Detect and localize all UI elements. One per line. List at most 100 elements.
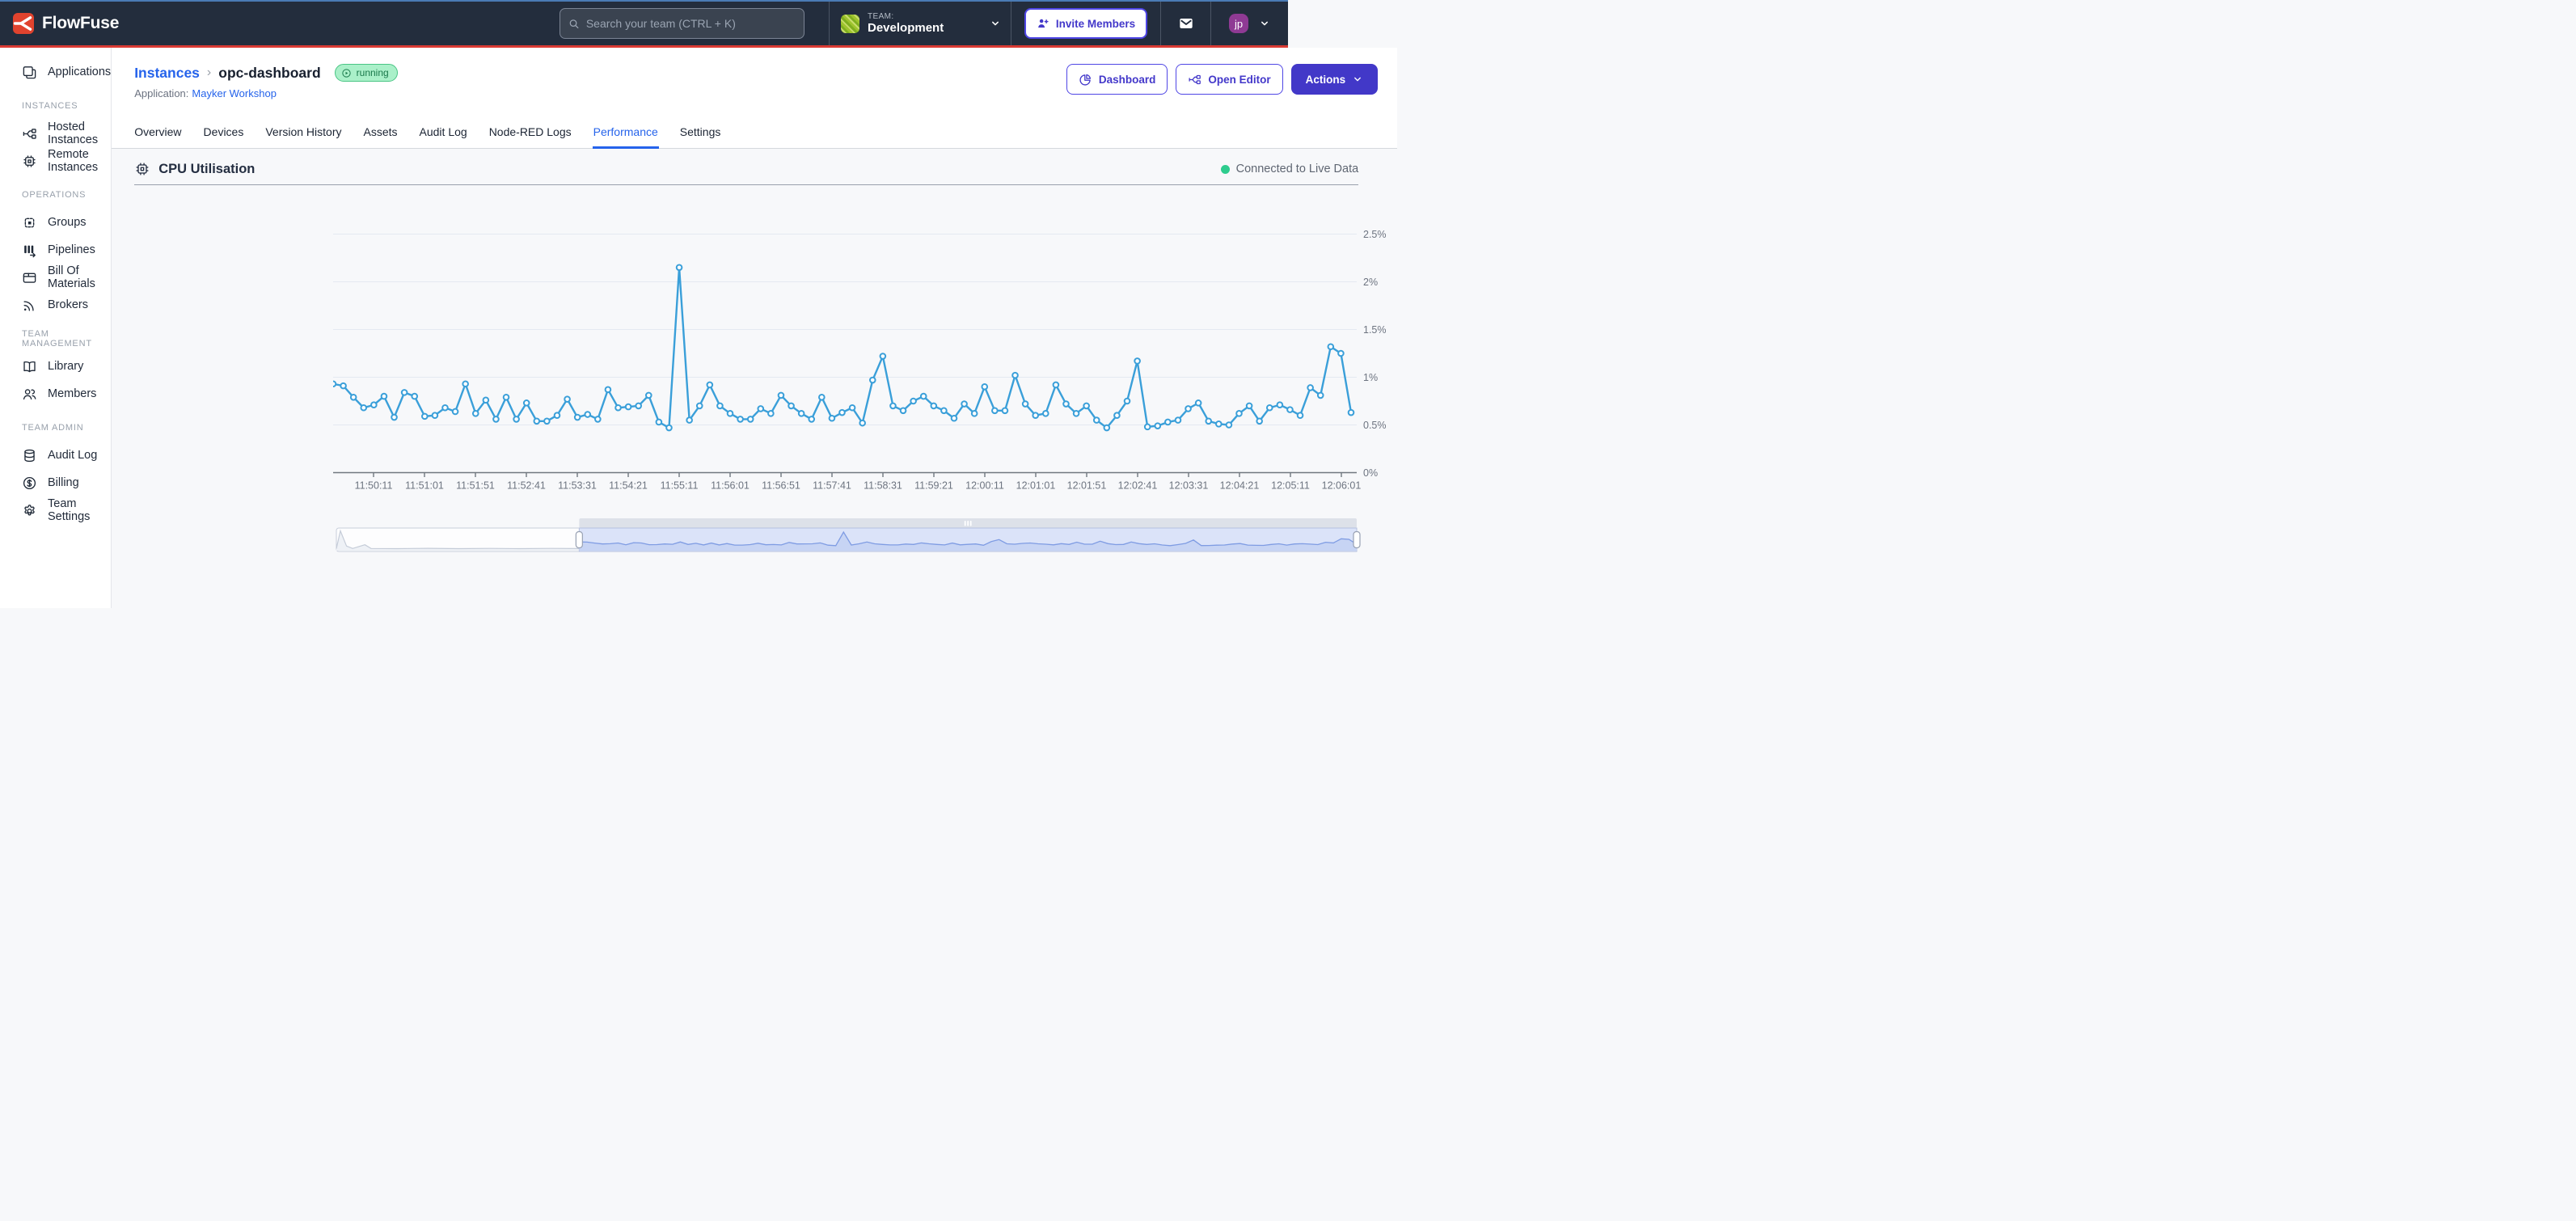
team-search[interactable]	[560, 8, 804, 39]
pie-chart-icon	[1079, 73, 1092, 87]
data-point-marker	[931, 403, 937, 409]
data-point-marker	[351, 395, 357, 400]
sidebar-item-applications[interactable]: Applications	[0, 58, 111, 86]
actions-button[interactable]: Actions	[1291, 64, 1379, 95]
open-editor-button-label: Open Editor	[1208, 74, 1270, 86]
x-axis-label: 12:05:11	[1271, 480, 1310, 492]
breadcrumb: Instances › opc-dashboard running	[134, 64, 398, 82]
flowfuse-logo[interactable]: FlowFuse	[13, 13, 119, 34]
data-point-marker	[901, 408, 906, 414]
data-point-marker	[748, 416, 754, 422]
user-plus-icon	[1037, 17, 1049, 30]
x-axis-label: 11:56:01	[711, 480, 750, 492]
data-point-marker	[575, 415, 581, 420]
performance-content: CPU Utilisation Connected to Live Data 0…	[112, 149, 1397, 610]
search-input[interactable]	[586, 17, 796, 30]
data-point-marker	[473, 411, 479, 416]
cpu-chip-icon	[22, 154, 37, 169]
application-link[interactable]: Mayker Workshop	[192, 87, 277, 99]
user-menu[interactable]: jp	[1211, 14, 1288, 33]
chart-time-range-brush[interactable]	[333, 510, 1378, 552]
data-point-marker	[442, 405, 448, 411]
data-point-marker	[422, 414, 428, 420]
sidebar-item-pipelines[interactable]: Pipelines	[0, 236, 111, 264]
y-axis-label: 0%	[1363, 467, 1378, 479]
data-point-marker	[860, 420, 866, 426]
sidebar-item-label: Bill Of Materials	[48, 264, 111, 290]
tab-node-red-logs[interactable]: Node-RED Logs	[489, 125, 572, 148]
data-point-marker	[615, 405, 621, 411]
data-point-marker	[1227, 422, 1232, 428]
sidebar-item-members[interactable]: Members	[0, 380, 111, 408]
status-badge-label: running	[357, 67, 389, 78]
database-icon	[22, 448, 37, 463]
data-point-marker	[333, 381, 336, 387]
brush-grip	[967, 521, 969, 526]
library-book-icon	[22, 359, 37, 374]
x-axis-label: 12:04:21	[1220, 480, 1260, 492]
data-point-marker	[972, 411, 978, 416]
sidebar-item-brokers[interactable]: Brokers	[0, 291, 111, 319]
invite-members-button[interactable]: Invite Members	[1024, 8, 1147, 39]
data-point-marker	[1318, 393, 1324, 399]
sidebar-item-bill-of-materials[interactable]: Bill Of Materials	[0, 264, 111, 291]
sidebar-item-team-settings[interactable]: Team Settings	[0, 496, 111, 524]
tab-settings[interactable]: Settings	[680, 125, 721, 148]
data-point-marker	[697, 403, 703, 409]
data-point-marker	[504, 395, 509, 400]
tab-devices[interactable]: Devices	[204, 125, 244, 148]
data-point-marker	[880, 353, 886, 359]
data-point-marker	[1134, 358, 1140, 364]
search-icon	[568, 18, 580, 30]
tab-audit-log[interactable]: Audit Log	[420, 125, 467, 148]
data-point-marker	[992, 408, 998, 414]
data-point-marker	[921, 394, 927, 399]
brush-resize-handle[interactable]	[576, 532, 583, 548]
y-axis-label: 2.5%	[1363, 229, 1387, 240]
gear-icon	[22, 503, 37, 518]
x-axis-label: 11:51:51	[456, 480, 495, 492]
y-axis-label: 0.5%	[1363, 420, 1387, 431]
sidebar-item-label: Pipelines	[48, 243, 95, 256]
chart-title-label: CPU Utilisation	[158, 162, 255, 177]
tab-assets[interactable]: Assets	[364, 125, 398, 148]
data-point-marker	[1125, 399, 1130, 404]
data-point-marker	[595, 416, 601, 422]
data-point-marker	[1308, 385, 1314, 391]
x-axis-label: 12:02:41	[1118, 480, 1158, 492]
dashboard-button[interactable]: Dashboard	[1066, 64, 1168, 95]
data-point-marker	[1185, 406, 1191, 412]
open-editor-button[interactable]: Open Editor	[1176, 64, 1282, 95]
x-axis-label: 12:00:11	[965, 480, 1004, 492]
data-point-marker	[657, 420, 662, 425]
live-status-dot	[1221, 165, 1230, 174]
breadcrumb-separator: ›	[207, 65, 211, 80]
sidebar-item-audit-log[interactable]: Audit Log	[0, 442, 111, 469]
data-point-marker	[555, 412, 560, 418]
data-point-marker	[1247, 403, 1252, 409]
data-point-marker	[524, 400, 530, 406]
data-point-marker	[484, 398, 489, 403]
tab-performance[interactable]: Performance	[593, 125, 658, 148]
data-point-marker	[890, 403, 896, 409]
chevron-down-icon	[990, 18, 1001, 29]
sidebar-item-library[interactable]: Library	[0, 353, 111, 380]
data-point-marker	[1216, 421, 1222, 427]
sidebar-item-billing[interactable]: Billing	[0, 469, 111, 496]
brush-resize-handle[interactable]	[1353, 532, 1360, 548]
tab-version-history[interactable]: Version History	[265, 125, 341, 148]
data-point-marker	[585, 412, 591, 417]
data-point-marker	[1074, 411, 1079, 416]
x-axis-label: 11:51:01	[405, 480, 444, 492]
tab-overview[interactable]: Overview	[134, 125, 181, 148]
x-axis-label: 11:50:11	[355, 480, 393, 492]
sidebar-item-hosted-instances[interactable]: Hosted Instances	[0, 120, 111, 147]
sidebar-item-remote-instances[interactable]: Remote Instances	[0, 147, 111, 175]
breadcrumb-instances-link[interactable]: Instances	[134, 65, 200, 82]
x-axis-label: 12:01:01	[1016, 480, 1056, 492]
sidebar-item-groups[interactable]: Groups	[0, 209, 111, 236]
members-icon	[22, 387, 37, 402]
sidebar-item-label: Hosted Instances	[48, 120, 111, 146]
notifications-button[interactable]	[1161, 15, 1210, 32]
team-selector[interactable]: TEAM: Development	[830, 2, 1011, 45]
